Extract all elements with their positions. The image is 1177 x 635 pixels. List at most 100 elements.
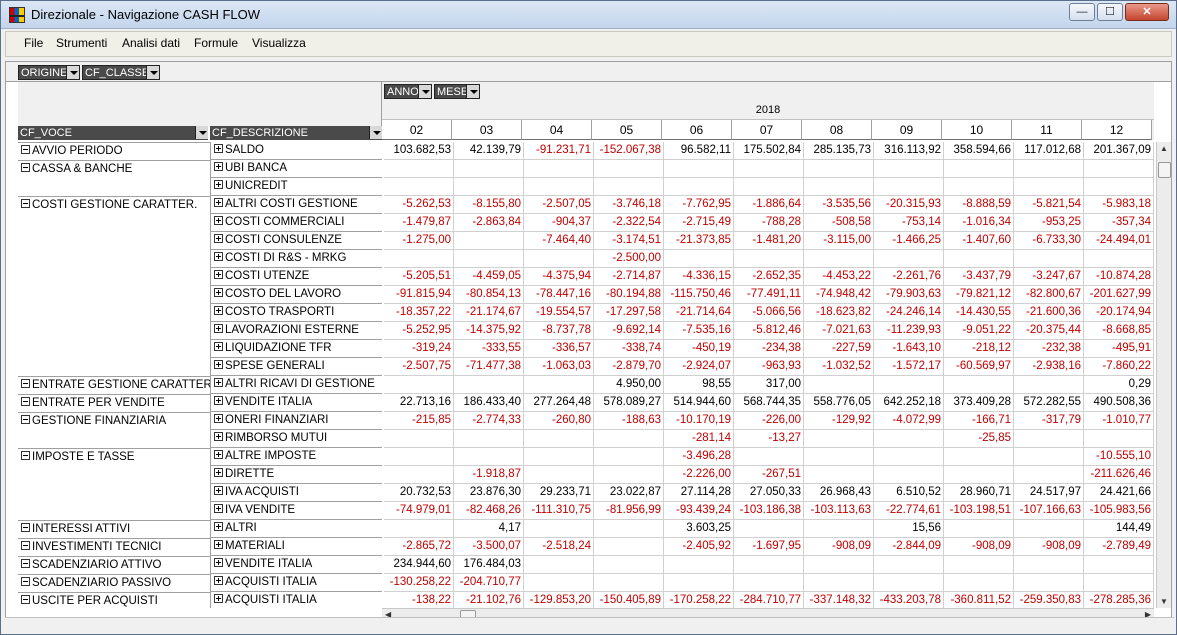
value-cell[interactable]: -170.258,22 (664, 592, 734, 608)
value-cell[interactable] (454, 448, 524, 466)
value-cell[interactable]: -14.375,92 (454, 322, 524, 340)
expand-icon[interactable] (214, 486, 223, 496)
value-cell[interactable] (734, 448, 804, 466)
value-cell[interactable]: -360.811,52 (944, 592, 1014, 608)
expand-icon[interactable] (214, 234, 223, 244)
row-descrizione[interactable]: ALTRI COSTI GESTIONE (210, 196, 382, 214)
value-cell[interactable]: -71.477,38 (454, 358, 524, 376)
expand-icon[interactable] (214, 378, 223, 388)
value-cell[interactable] (874, 178, 944, 196)
value-cell[interactable]: -7.464,40 (524, 232, 594, 250)
row-descrizione[interactable]: COSTO TRASPORTI (210, 304, 382, 322)
value-cell[interactable]: -93.439,24 (664, 502, 734, 520)
value-cell[interactable]: -1.918,87 (454, 466, 524, 484)
month-header[interactable]: 05 (592, 120, 662, 140)
value-cell[interactable]: -337.148,32 (804, 592, 874, 608)
value-cell[interactable]: -21.373,85 (664, 232, 734, 250)
row-descrizione[interactable]: RIMBORSO MUTUI (210, 430, 382, 448)
value-cell[interactable]: -10.170,19 (664, 412, 734, 430)
value-cell[interactable]: -77.491,11 (734, 286, 804, 304)
value-cell[interactable]: -211.626,46 (1084, 466, 1154, 484)
row-voce[interactable]: INTERESSI ATTIVI (18, 520, 210, 538)
value-cell[interactable] (734, 250, 804, 268)
expand-icon[interactable] (214, 558, 223, 568)
row-descrizione[interactable]: VENDITE ITALIA (210, 556, 382, 574)
month-header[interactable]: 10 (942, 120, 1012, 140)
expand-icon[interactable] (214, 468, 223, 478)
expand-icon[interactable] (214, 216, 223, 226)
value-cell[interactable]: -25,85 (944, 430, 1014, 448)
value-cell[interactable]: -218,12 (944, 340, 1014, 358)
value-cell[interactable]: -2.261,76 (874, 268, 944, 286)
column-header-cf-descrizione[interactable]: CF_DESCRIZIONE (210, 126, 382, 140)
row-descrizione[interactable]: ONERI FINANZIARI (210, 412, 382, 430)
menu-analisi-dati[interactable]: Analisi dati (122, 36, 180, 50)
value-cell[interactable] (524, 466, 594, 484)
value-cell[interactable] (384, 520, 454, 538)
vertical-scroll-thumb[interactable] (1158, 162, 1171, 178)
value-cell[interactable]: 316.113,92 (874, 142, 944, 160)
value-cell[interactable] (664, 250, 734, 268)
value-cell[interactable]: -17.297,58 (594, 304, 664, 322)
value-cell[interactable]: 98,55 (664, 376, 734, 394)
value-cell[interactable] (1084, 160, 1154, 178)
value-cell[interactable]: -267,51 (734, 466, 804, 484)
value-cell[interactable]: -3.174,51 (594, 232, 664, 250)
value-cell[interactable]: -10.874,28 (1084, 268, 1154, 286)
row-voce[interactable]: IMPOSTE E TASSE (18, 448, 210, 466)
value-cell[interactable]: 6.510,52 (874, 484, 944, 502)
row-voce[interactable]: GESTIONE FINANZIARIA (18, 412, 210, 430)
value-cell[interactable]: 29.233,71 (524, 484, 594, 502)
value-cell[interactable]: -1.010,77 (1084, 412, 1154, 430)
collapse-icon[interactable] (21, 541, 30, 551)
row-descrizione[interactable]: ACQUISTI ITALIA (210, 574, 382, 592)
value-cell[interactable]: -2.774,33 (454, 412, 524, 430)
value-cell[interactable]: -74.979,01 (384, 502, 454, 520)
value-cell[interactable] (1014, 466, 1084, 484)
value-cell[interactable] (944, 250, 1014, 268)
value-cell[interactable]: -5.262,53 (384, 196, 454, 214)
value-cell[interactable] (524, 556, 594, 574)
menu-visualizza[interactable]: Visualizza (252, 36, 306, 50)
value-cell[interactable] (454, 160, 524, 178)
value-cell[interactable]: -2.652,35 (734, 268, 804, 286)
chevron-down-icon[interactable] (195, 126, 208, 139)
value-cell[interactable] (454, 376, 524, 394)
value-cell[interactable] (384, 448, 454, 466)
value-cell[interactable]: 490.508,36 (1084, 394, 1154, 412)
expand-icon[interactable] (214, 414, 223, 424)
value-cell[interactable]: -21.174,67 (454, 304, 524, 322)
value-cell[interactable]: -4.453,22 (804, 268, 874, 286)
value-cell[interactable]: -2.405,92 (664, 538, 734, 556)
value-cell[interactable]: -2.500,00 (594, 250, 664, 268)
value-cell[interactable]: 558.776,05 (804, 394, 874, 412)
expand-icon[interactable] (214, 432, 223, 442)
value-cell[interactable] (944, 160, 1014, 178)
row-voce[interactable]: SCADENZIARIO PASSIVO (18, 574, 210, 592)
value-cell[interactable] (1014, 430, 1084, 448)
value-cell[interactable]: -433.203,78 (874, 592, 944, 608)
value-cell[interactable]: 24.517,97 (1014, 484, 1084, 502)
chevron-down-icon[interactable] (369, 126, 382, 139)
row-descrizione[interactable]: IVA ACQUISTI (210, 484, 382, 502)
month-header[interactable]: 02 (382, 120, 452, 140)
value-cell[interactable]: -317,79 (1014, 412, 1084, 430)
value-cell[interactable]: -259.350,83 (1014, 592, 1084, 608)
row-descrizione[interactable]: COSTI DI R&S - MRKG (210, 250, 382, 268)
value-cell[interactable]: -3.247,67 (1014, 268, 1084, 286)
scroll-down-icon[interactable]: ▼ (1160, 597, 1168, 606)
value-cell[interactable]: -1.479,87 (384, 214, 454, 232)
value-cell[interactable] (734, 574, 804, 592)
value-cell[interactable]: -8.155,80 (454, 196, 524, 214)
value-cell[interactable]: -24.246,14 (874, 304, 944, 322)
value-cell[interactable]: 373.409,28 (944, 394, 1014, 412)
value-cell[interactable]: -232,38 (1014, 340, 1084, 358)
value-cell[interactable]: -91.815,94 (384, 286, 454, 304)
value-cell[interactable]: 568.744,35 (734, 394, 804, 412)
collapse-icon[interactable] (21, 577, 30, 587)
value-cell[interactable]: -10.555,10 (1084, 448, 1154, 466)
value-cell[interactable] (384, 178, 454, 196)
value-cell[interactable]: -4.336,15 (664, 268, 734, 286)
collapse-icon[interactable] (21, 415, 30, 425)
row-descrizione[interactable]: ACQUISTI ITALIA (210, 592, 382, 608)
